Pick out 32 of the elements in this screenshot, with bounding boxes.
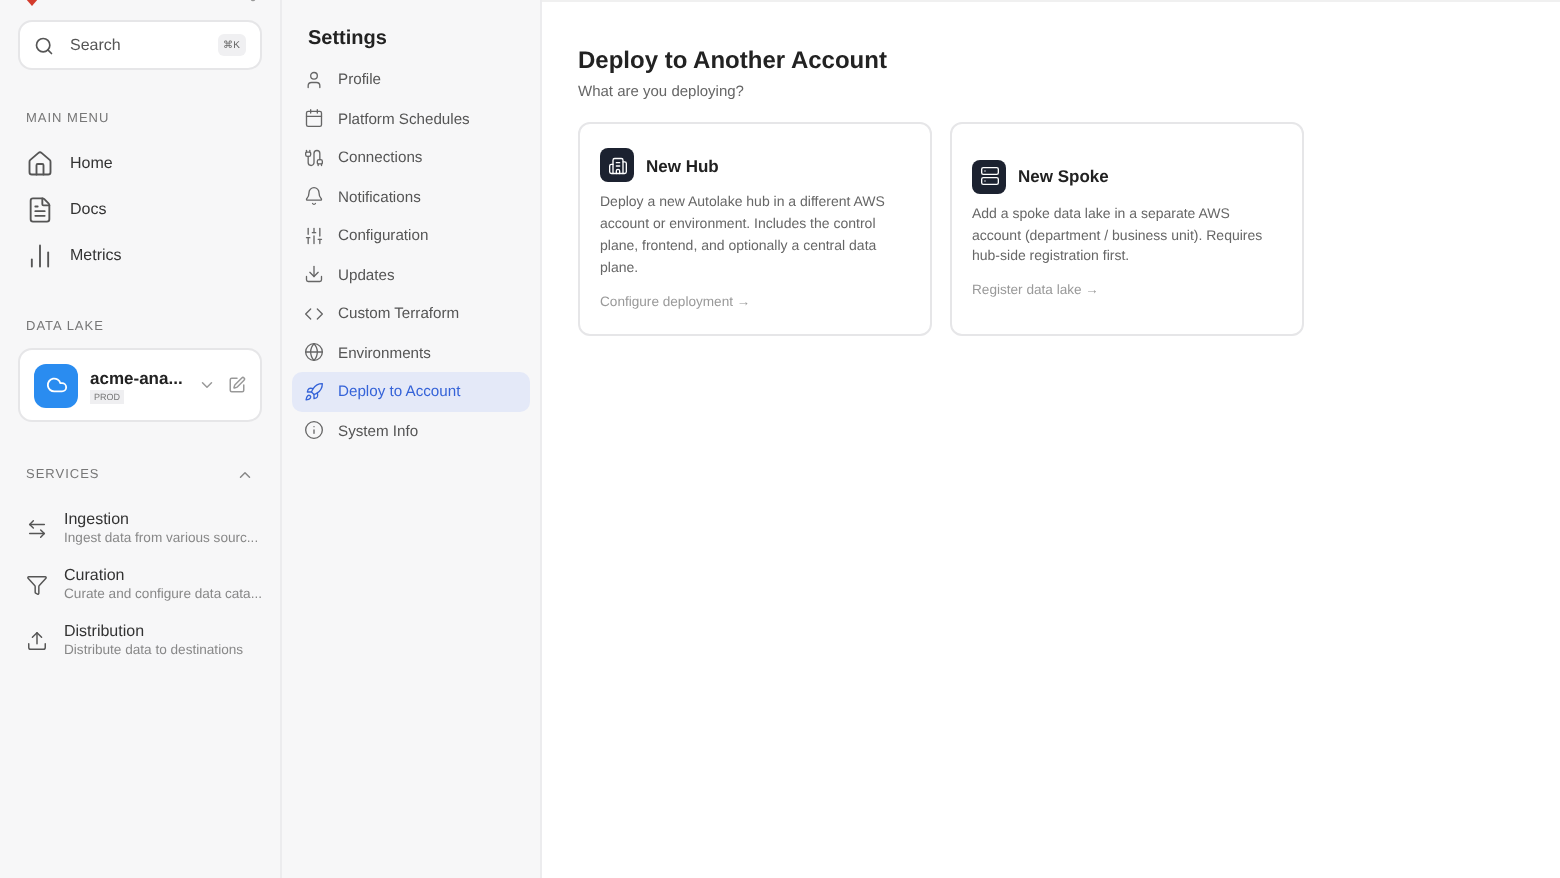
search-icon <box>34 35 54 55</box>
menu-item[interactable]: Metrics <box>18 232 262 278</box>
cloud-icon <box>34 363 78 407</box>
edit-icon[interactable] <box>228 376 246 394</box>
calendar-icon <box>304 108 324 129</box>
arrows-icon <box>26 517 48 539</box>
settings-title: Settings <box>306 28 389 54</box>
globe-icon <box>304 342 324 363</box>
rocket-icon <box>304 381 324 402</box>
data-lake-name: acme-ana... <box>90 367 185 387</box>
sliders-icon <box>304 225 324 246</box>
document-icon <box>26 195 54 223</box>
funnel-icon <box>26 573 48 595</box>
menu-item[interactable]: Home <box>18 140 262 186</box>
code-icon <box>304 303 324 324</box>
menu-item[interactable]: Docs <box>18 186 262 232</box>
building-icon <box>607 155 627 176</box>
page-title: Deploy to Another Account <box>578 46 889 74</box>
bar-chart-icon <box>26 241 54 269</box>
plug-icon <box>304 147 324 168</box>
upload-icon <box>26 629 48 651</box>
bell-icon <box>304 186 324 207</box>
server-icon <box>979 166 999 187</box>
home-icon <box>26 149 54 177</box>
chevron-down-icon[interactable] <box>198 376 216 394</box>
chevron-up-icon[interactable] <box>236 466 254 484</box>
info-icon <box>304 420 324 441</box>
user-icon <box>304 69 324 90</box>
download-icon <box>304 264 324 285</box>
search-field[interactable]: Search <box>66 34 206 56</box>
card-title: New Hub <box>646 155 719 176</box>
card-title: New Spoke <box>1018 166 1109 187</box>
